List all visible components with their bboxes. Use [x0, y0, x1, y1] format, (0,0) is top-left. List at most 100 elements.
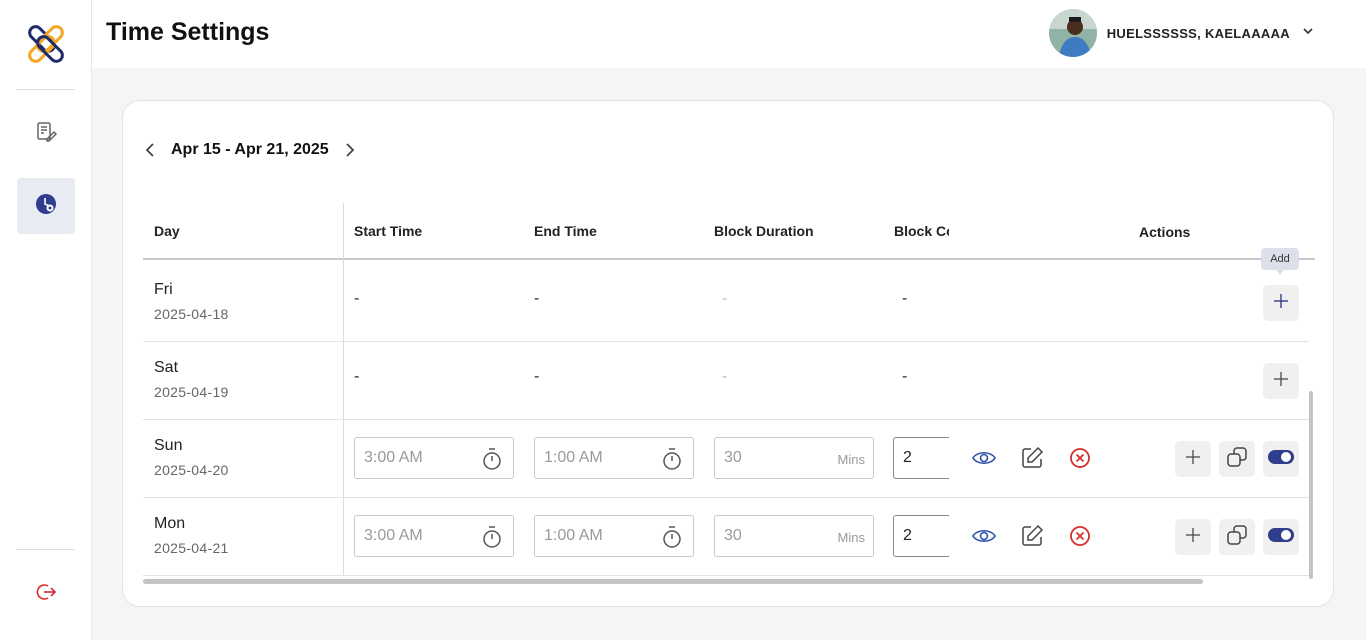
end-time-value: 1:00 AM [544, 449, 603, 466]
delete-button[interactable] [1067, 445, 1093, 476]
plus-icon [1185, 449, 1201, 470]
count-value: 2 [903, 449, 912, 466]
start-time-empty: - [354, 368, 360, 385]
end-time-value: 1:00 AM [544, 527, 603, 544]
start-time-value: 3:00 AM [364, 449, 423, 466]
sidebar-divider-bottom [16, 549, 75, 550]
horizontal-scrollbar[interactable] [143, 579, 1203, 584]
row-day-name: Mon [154, 515, 186, 532]
block-count-input[interactable]: 2 [893, 437, 949, 479]
timer-icon [481, 447, 503, 476]
prev-week-button[interactable] [141, 139, 159, 161]
start-time-empty: - [354, 290, 360, 307]
duration-unit: Mins [837, 452, 865, 467]
sidebar-item-time-settings[interactable] [17, 178, 75, 234]
user-name: HUELSSSSSS, KAELAAAAA [1106, 25, 1290, 41]
row-date: 2025-04-19 [154, 384, 229, 400]
table-row: Sat 2025-04-19 - - - - [143, 342, 1309, 420]
header-divider [143, 258, 1315, 260]
block-count-input[interactable]: 2 [893, 515, 949, 557]
copy-button[interactable] [1219, 519, 1255, 555]
count-empty: - [902, 368, 908, 385]
duration-unit: Mins [837, 530, 865, 545]
header: Time Settings HUELSSSSSS, KAELAAAAA [92, 0, 1366, 68]
edit-button[interactable] [1019, 445, 1045, 476]
row-day-name: Fri [154, 281, 173, 298]
edit-icon [1019, 445, 1045, 476]
column-header-start-time: Start Time [354, 223, 423, 239]
document-edit-icon [34, 120, 58, 149]
add-button[interactable] [1263, 285, 1299, 321]
delete-button[interactable] [1067, 523, 1093, 554]
end-time-input[interactable]: 1:00 AM [534, 437, 694, 479]
view-button[interactable] [971, 445, 997, 476]
duration-value: 30 [724, 527, 742, 544]
close-circle-icon [1067, 445, 1093, 476]
user-menu[interactable]: HUELSSSSSS, KAELAAAAA [1048, 9, 1314, 57]
next-week-button[interactable] [341, 139, 359, 161]
edit-button[interactable] [1019, 523, 1045, 554]
date-range-label: Apr 15 - Apr 21, 2025 [171, 141, 329, 158]
plus-icon [1273, 293, 1289, 314]
end-time-empty: - [534, 290, 540, 307]
table-row: Sun 2025-04-20 3:00 AM 1:00 AM 30 Mins 2 [143, 420, 1309, 498]
duration-empty: - [722, 368, 728, 385]
enable-toggle[interactable] [1263, 519, 1299, 555]
logout-button[interactable] [17, 566, 75, 622]
timer-icon [661, 447, 683, 476]
add-button[interactable] [1263, 363, 1299, 399]
time-settings-card: Apr 15 - Apr 21, 2025 Day Start Time End… [122, 100, 1334, 607]
enable-toggle[interactable] [1263, 441, 1299, 477]
timer-icon [481, 525, 503, 554]
start-time-value: 3:00 AM [364, 527, 423, 544]
plus-icon [1185, 527, 1201, 548]
edit-icon [1019, 523, 1045, 554]
sidebar [0, 0, 92, 640]
copy-icon [1226, 446, 1248, 473]
toggle-on-icon [1268, 527, 1294, 548]
copy-button[interactable] [1219, 441, 1255, 477]
block-duration-input[interactable]: 30 Mins [714, 437, 874, 479]
copy-icon [1226, 524, 1248, 551]
add-button[interactable] [1175, 519, 1211, 555]
count-empty: - [902, 290, 908, 307]
column-header-day: Day [154, 223, 180, 239]
table-row: Fri 2025-04-18 - - - - [143, 264, 1309, 342]
end-time-input[interactable]: 1:00 AM [534, 515, 694, 557]
duration-value: 30 [724, 449, 742, 466]
row-date: 2025-04-21 [154, 540, 229, 556]
count-value: 2 [903, 527, 912, 544]
start-time-input[interactable]: 3:00 AM [354, 515, 514, 557]
app-logo[interactable] [24, 22, 68, 66]
table-row: Mon 2025-04-21 3:00 AM 1:00 AM 30 Mins 2 [143, 498, 1309, 576]
sidebar-divider-top [16, 89, 75, 90]
schedule-settings-icon [34, 192, 58, 221]
start-time-input[interactable]: 3:00 AM [354, 437, 514, 479]
column-header-end-time: End Time [534, 223, 597, 239]
column-header-block-count: Block Co [894, 223, 949, 239]
row-day-name: Sat [154, 359, 179, 376]
chevron-down-icon [1302, 24, 1314, 42]
close-circle-icon [1067, 523, 1093, 554]
end-time-empty: - [534, 368, 540, 385]
vertical-scrollbar[interactable] [1309, 391, 1313, 579]
column-header-block-duration: Block Duration [714, 223, 814, 239]
block-duration-input[interactable]: 30 Mins [714, 515, 874, 557]
eye-icon [971, 523, 997, 554]
toggle-on-icon [1268, 449, 1294, 470]
row-day-name: Sun [154, 437, 183, 454]
duration-empty: - [722, 290, 728, 307]
plus-icon [1273, 371, 1289, 392]
date-navigator: Apr 15 - Apr 21, 2025 [141, 139, 359, 161]
column-header-actions: Actions [1139, 224, 1191, 240]
eye-icon [971, 445, 997, 476]
logout-icon [35, 581, 57, 608]
row-date: 2025-04-20 [154, 462, 229, 478]
page-title: Time Settings [106, 18, 270, 46]
sidebar-item-documents[interactable] [17, 106, 75, 162]
timer-icon [661, 525, 683, 554]
avatar [1048, 9, 1097, 57]
row-date: 2025-04-18 [154, 306, 229, 322]
view-button[interactable] [971, 523, 997, 554]
add-button[interactable] [1175, 441, 1211, 477]
